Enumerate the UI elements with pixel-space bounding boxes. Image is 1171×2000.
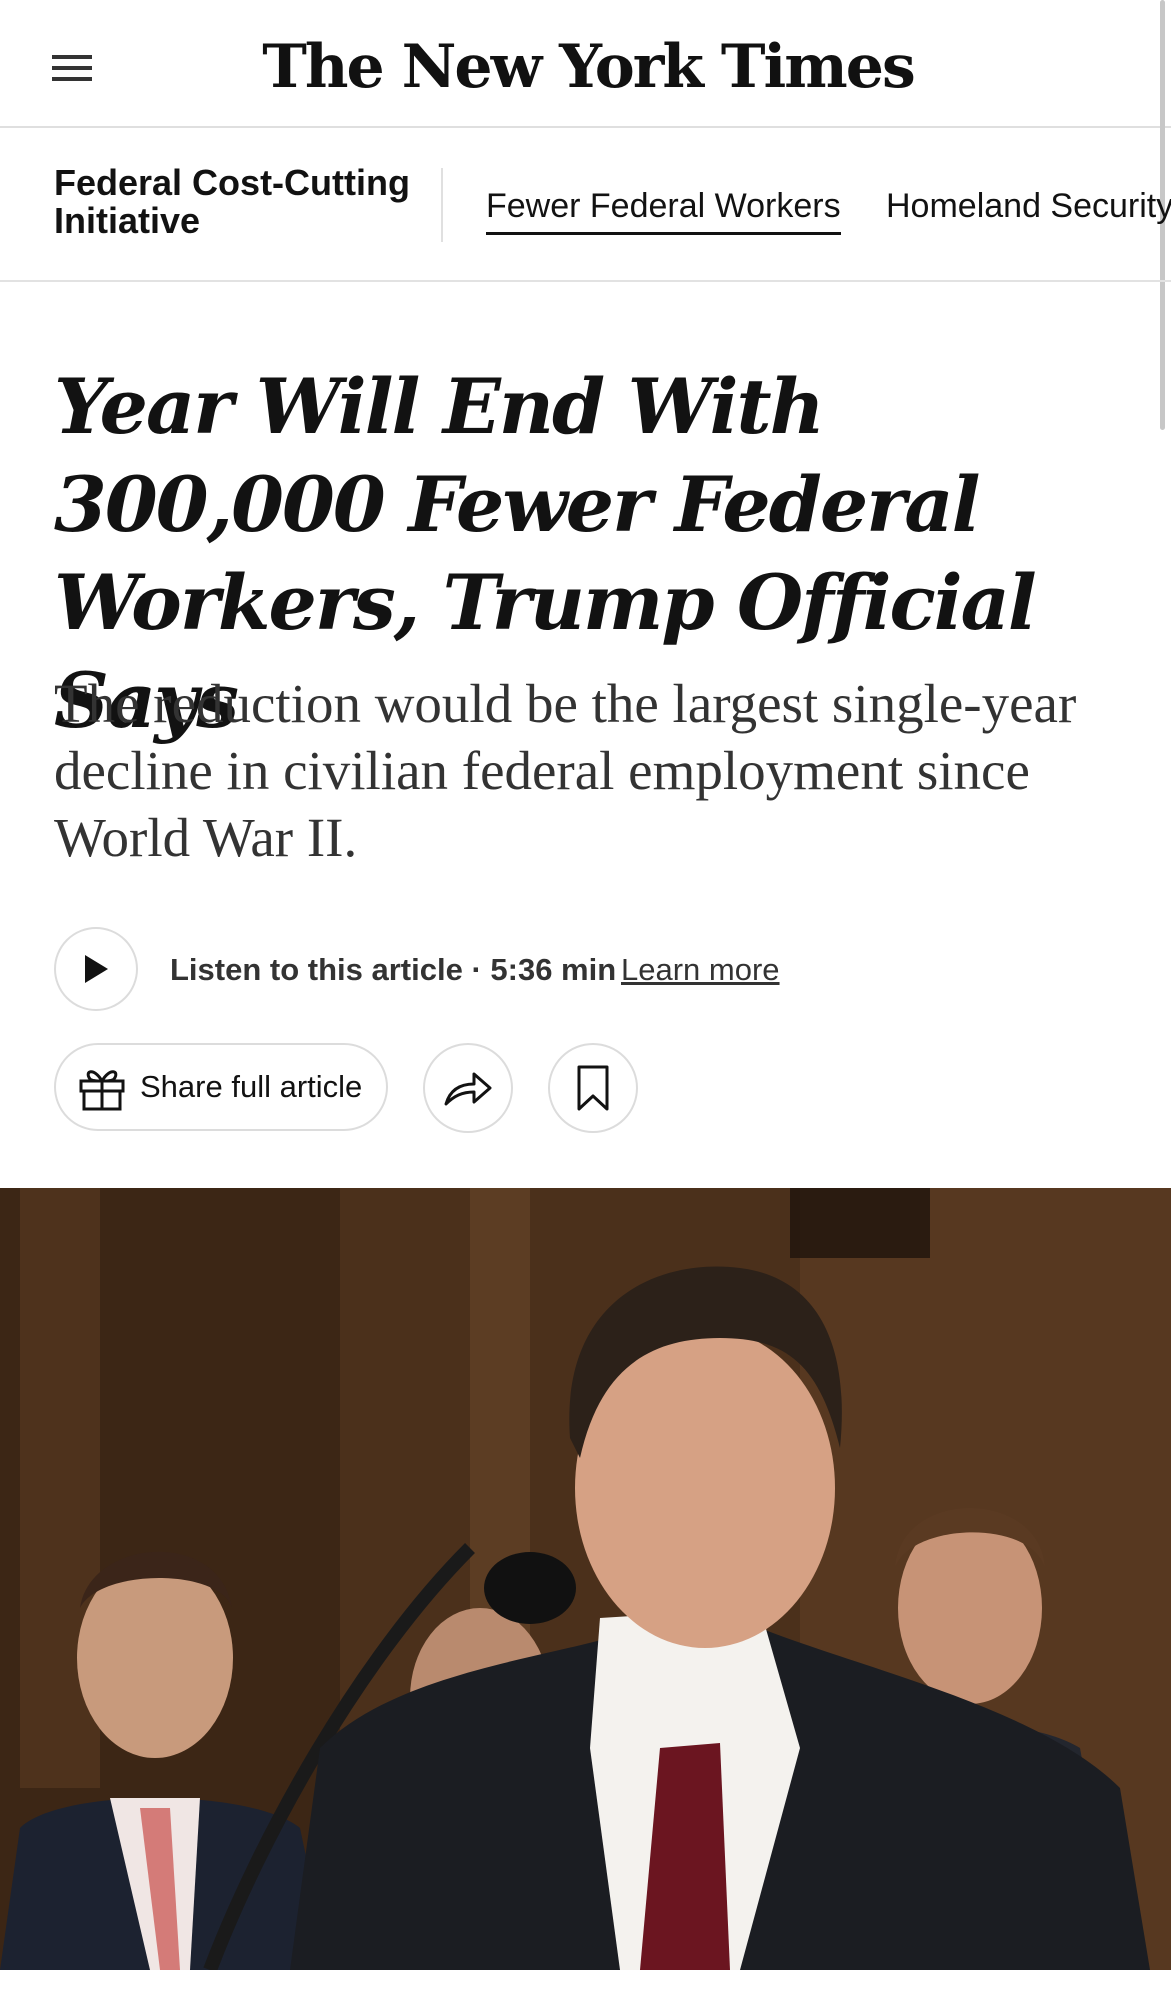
article-lead-photo — [0, 1188, 1171, 1970]
share-button[interactable] — [423, 1043, 513, 1133]
save-bookmark-button[interactable] — [548, 1043, 638, 1133]
subnav-tab-fewer-federal-workers[interactable]: Fewer Federal Workers — [486, 186, 841, 235]
share-full-article-button[interactable]: Share full article — [54, 1043, 388, 1131]
share-arrow-icon — [444, 1072, 492, 1106]
play-icon — [85, 955, 108, 983]
article-summary: The reduction would be the largest singl… — [54, 673, 1077, 868]
subnav-tab-homeland-security[interactable]: Homeland Security — [886, 186, 1171, 226]
share-label: Share full article — [140, 1069, 363, 1104]
listen-label: Listen to this article · 5:36 min — [170, 952, 617, 987]
gift-icon — [79, 1070, 125, 1111]
hamburger-menu-icon[interactable] — [52, 52, 94, 84]
section-subnav: Federal Cost-Cutting Initiative Fewer Fe… — [0, 128, 1171, 282]
section-name[interactable]: Federal Cost-Cutting Initiative — [54, 164, 414, 240]
play-audio-button[interactable] — [54, 927, 138, 1011]
masthead-logo[interactable]: The New York Times — [220, 22, 956, 112]
learn-more-link[interactable]: Learn more — [621, 950, 780, 990]
subnav-divider — [441, 168, 443, 242]
bookmark-icon — [577, 1065, 609, 1111]
site-header: The New York Times — [0, 0, 1171, 128]
